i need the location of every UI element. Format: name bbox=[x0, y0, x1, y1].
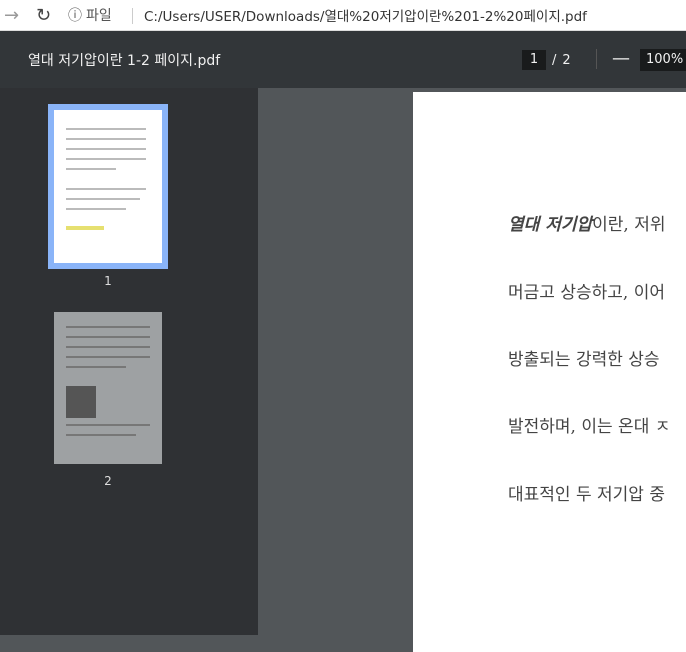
divider bbox=[596, 49, 597, 69]
thumbnail-image bbox=[66, 386, 96, 418]
divider bbox=[132, 8, 133, 24]
text-line: 열대 저기압이란, 저위 bbox=[508, 215, 666, 235]
thumbnail-label: 2 bbox=[104, 474, 112, 488]
url-input[interactable]: C:/Users/USER/Downloads/열대%20저기압이란%201-2… bbox=[144, 5, 587, 25]
reload-icon[interactable]: ↻ bbox=[36, 5, 51, 26]
text-line: 대표적인 두 저기압 중 bbox=[508, 485, 665, 505]
document-title: 열대 저기압이란 1-2 페이지.pdf bbox=[28, 53, 221, 69]
thumbnail-page-1[interactable] bbox=[48, 104, 168, 269]
total-pages: 2 bbox=[562, 52, 571, 68]
info-icon[interactable]: ⓘ bbox=[68, 5, 82, 25]
pdf-toolbar: 열대 저기압이란 1-2 페이지.pdf 1 / 2 — 100% bbox=[0, 31, 686, 88]
text-line: 머금고 상승하고, 이어 bbox=[508, 283, 665, 303]
text-line: 발전하며, 이는 온대 ㅈ bbox=[508, 417, 671, 437]
page-separator: / bbox=[552, 52, 557, 68]
thumbnail-label: 1 bbox=[104, 274, 112, 288]
zoom-out-button[interactable]: — bbox=[612, 48, 630, 69]
forward-icon[interactable]: → bbox=[4, 5, 19, 26]
info-label[interactable]: 파일 bbox=[86, 5, 112, 25]
pdf-page: 열대 저기압이란, 저위 머금고 상승하고, 이어 방출되는 강력한 상승 발전… bbox=[413, 92, 686, 652]
address-bar: → ↻ ⓘ 파일 C:/Users/USER/Downloads/열대%20저기… bbox=[0, 0, 686, 31]
zoom-level-input[interactable]: 100% bbox=[640, 49, 686, 71]
thumbnail-sidebar: 1 2 bbox=[0, 88, 258, 635]
text-line: 방출되는 강력한 상승 bbox=[508, 350, 660, 370]
page-indicator: 1 / 2 bbox=[522, 50, 571, 70]
page-number-input[interactable]: 1 bbox=[522, 50, 546, 70]
thumbnail-page-2[interactable] bbox=[54, 312, 162, 464]
